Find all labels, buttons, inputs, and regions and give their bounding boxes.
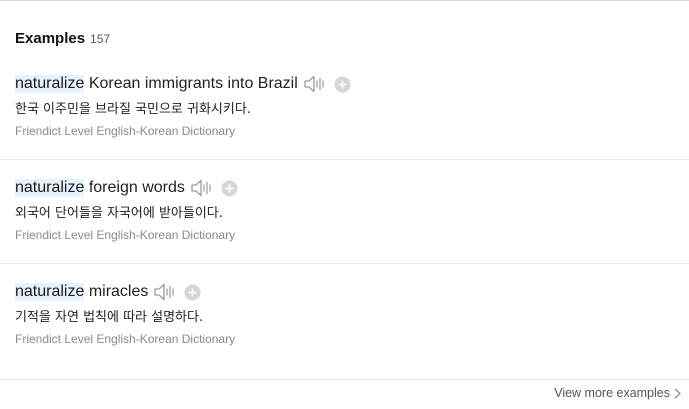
example-keyword[interactable]: naturalize [15, 283, 85, 301]
chevron-right-icon [674, 388, 681, 398]
example-sentence-text: foreign words [84, 179, 185, 196]
example-item: naturalize Korean immigrants into Brazil… [0, 72, 689, 176]
example-translation: 외국어 단어들을 자국어에 받아들이다. [15, 206, 223, 221]
add-wordbook-icon[interactable] [184, 284, 201, 301]
example-source: Friendict Level English-Korean Dictionar… [15, 332, 236, 346]
example-source: Friendict Level English-Korean Dictionar… [15, 228, 236, 242]
examples-section: Examples 157 naturalize Korean immigrant… [0, 0, 689, 409]
examples-header: Examples 157 [15, 30, 110, 47]
view-more-divider [0, 379, 689, 380]
examples-count: 157 [90, 32, 111, 46]
example-translation: 기적을 자연 법칙에 따라 설명하다. [15, 310, 204, 325]
speaker-icon[interactable] [190, 178, 214, 198]
add-wordbook-icon[interactable] [221, 180, 238, 197]
example-sentence-text: Korean immigrants into Brazil [84, 75, 298, 92]
view-more-label: View more examples [554, 386, 670, 400]
example-divider [0, 159, 689, 160]
example-sentence: naturalize foreign words [15, 176, 238, 200]
example-item: naturalize miracles 기적을 자연 법칙에 따라 설명하다. … [0, 280, 689, 384]
example-translation: 한국 이주민을 브라질 국민으로 귀화시키다. [15, 102, 251, 117]
speaker-icon[interactable] [153, 282, 177, 302]
example-item: naturalize foreign words 외국어 단어들을 자국어에 받… [0, 176, 689, 280]
examples-title: Examples [15, 30, 86, 47]
example-keyword[interactable]: naturalize [15, 75, 85, 93]
example-source: Friendict Level English-Korean Dictionar… [15, 124, 236, 138]
view-more-examples-link[interactable]: View more examples [554, 386, 681, 400]
example-sentence-text: miracles [84, 283, 149, 300]
example-sentence: naturalize miracles [15, 280, 201, 304]
example-keyword[interactable]: naturalize [15, 179, 85, 197]
add-wordbook-icon[interactable] [334, 76, 351, 93]
example-sentence: naturalize Korean immigrants into Brazil [15, 72, 351, 96]
example-divider [0, 263, 689, 264]
speaker-icon[interactable] [303, 74, 327, 94]
